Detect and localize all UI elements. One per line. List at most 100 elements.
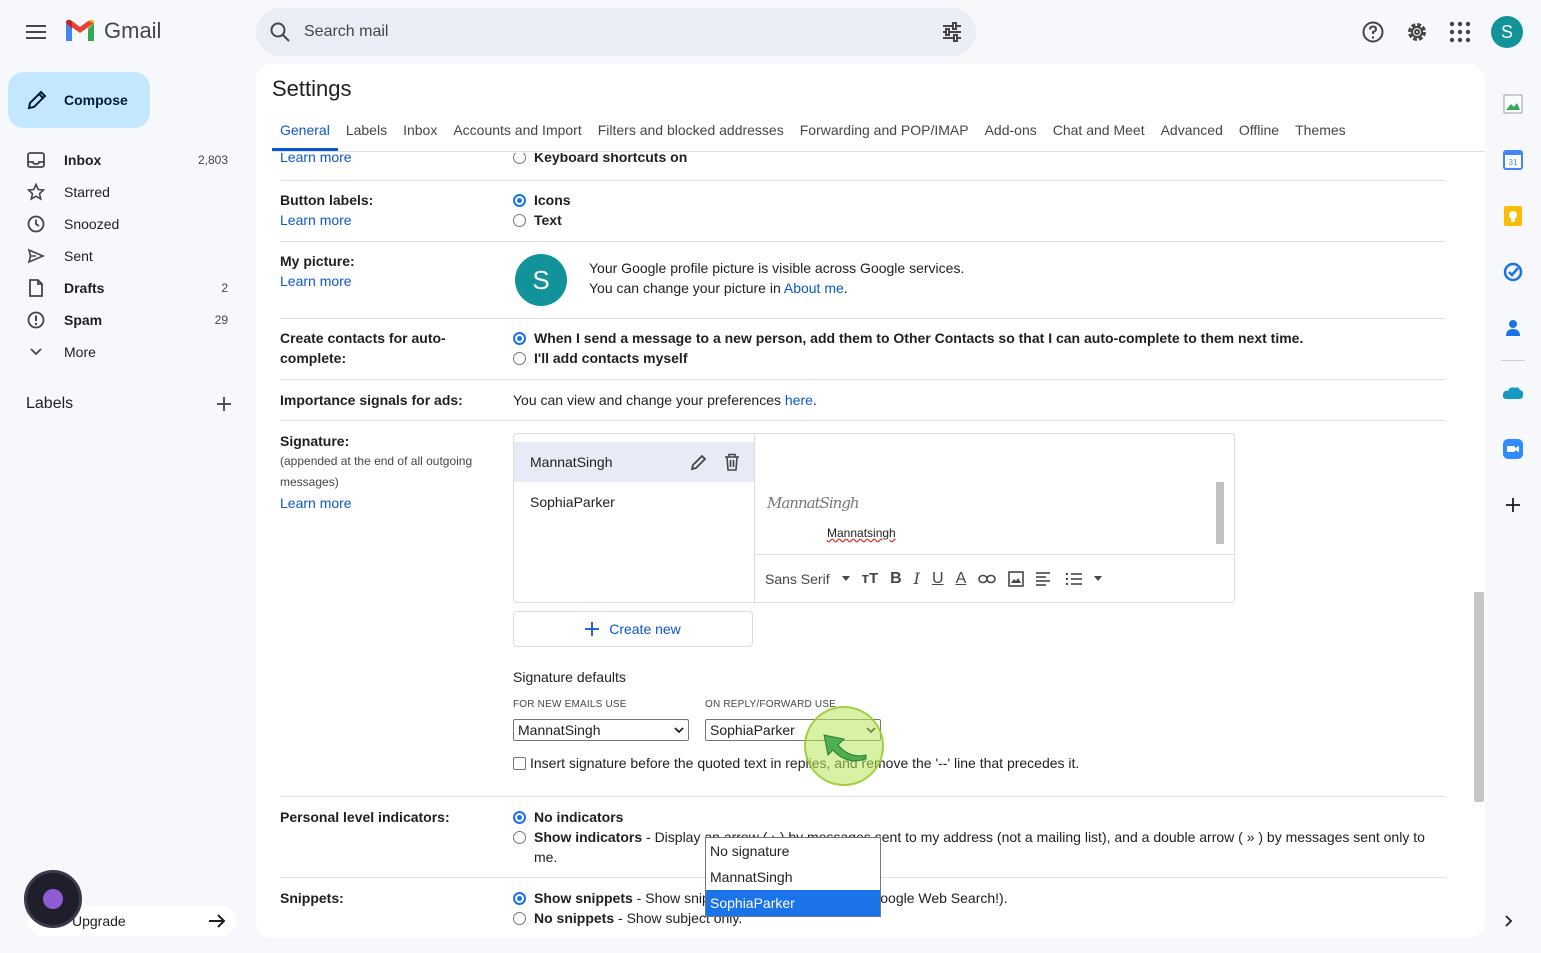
bold-icon[interactable]: B [890, 570, 902, 588]
no-indicators-label: No indicators [534, 809, 624, 825]
tab-labels[interactable]: Labels [338, 122, 395, 151]
auto-add-contacts-radio[interactable] [513, 332, 526, 345]
tasks-app[interactable] [1496, 244, 1530, 300]
learn-more-link[interactable]: Learn more [280, 495, 352, 511]
insert-signature-checkbox[interactable] [513, 756, 526, 770]
sidebar-item-starred[interactable]: Starred [0, 176, 240, 208]
font-family-select[interactable]: Sans Serif [765, 571, 830, 587]
more-formatting-icon[interactable] [1094, 575, 1103, 582]
manual-contacts-radio[interactable] [513, 352, 526, 365]
keyboard-shortcuts-on-radio[interactable] [513, 153, 526, 164]
sidebar-item-more[interactable]: More [0, 336, 240, 368]
tab-general[interactable]: General [272, 122, 338, 151]
sidebar-item-label: Sent [64, 248, 93, 264]
page-scrollbar[interactable] [1474, 592, 1484, 802]
picture-info-line1: Your Google profile picture is visible a… [589, 260, 965, 276]
tab-advanced[interactable]: Advanced [1153, 122, 1231, 151]
sidebar-item-spam[interactable]: Spam 29 [0, 304, 240, 336]
reply-forward-selected: SophiaParker [710, 722, 795, 738]
delete-trash-icon[interactable] [724, 453, 740, 471]
sidebar-nav: Inbox 2,803 Starred Snoozed Sent Drafts … [0, 144, 240, 368]
search-bar[interactable]: Search mail [256, 8, 976, 56]
sidebar-item-label: Starred [64, 184, 110, 200]
text-color-icon[interactable]: A [956, 570, 967, 588]
sidebar-item-drafts[interactable]: Drafts 2 [0, 272, 240, 304]
edit-pencil-icon[interactable] [690, 453, 708, 471]
add-label-icon[interactable] [216, 396, 232, 412]
image-placeholder-icon [1503, 94, 1523, 114]
show-snippets-radio[interactable] [513, 892, 526, 905]
get-addons-button[interactable] [1496, 477, 1530, 533]
keep-app[interactable] [1496, 188, 1530, 244]
icons-label: Icons [534, 192, 571, 208]
learn-more-link[interactable]: Learn more [280, 273, 352, 289]
tab-offline[interactable]: Offline [1231, 122, 1287, 151]
new-emails-signature-select[interactable]: MannatSingh [513, 719, 689, 741]
tab-accounts-and-import[interactable]: Accounts and Import [445, 122, 589, 151]
create-new-signature-button[interactable]: Create new [513, 611, 753, 647]
dropdown-option-mannatsingh[interactable]: MannatSingh [706, 864, 880, 890]
font-size-icon[interactable]: тT [862, 570, 879, 587]
numbered-list-icon[interactable] [1066, 572, 1083, 586]
no-snippets-radio[interactable] [513, 912, 526, 925]
main-menu-button[interactable] [20, 16, 52, 48]
signature-item-mannatsingh[interactable]: MannatSingh [514, 442, 754, 482]
tab-chat-and-meet[interactable]: Chat and Meet [1045, 122, 1153, 151]
star-icon [27, 183, 45, 201]
salesforce-addon[interactable] [1496, 365, 1530, 421]
sidebar-item-sent[interactable]: Sent [0, 240, 240, 272]
zoom-addon[interactable] [1496, 421, 1530, 477]
tab-forwarding[interactable]: Forwarding and POP/IMAP [792, 122, 977, 151]
image-icon[interactable] [1008, 570, 1025, 587]
no-indicators-radio[interactable] [513, 811, 526, 824]
addon-broken-image[interactable] [1496, 76, 1530, 132]
preferences-here-link[interactable]: here [785, 392, 813, 408]
learn-more-link[interactable]: Learn more [280, 212, 352, 228]
signature-defaults-title: Signature defaults [513, 669, 626, 685]
signature-text-area[interactable]: MannatSingh Mannatsingh [755, 434, 1234, 554]
show-indicators-radio[interactable] [513, 831, 526, 844]
dropdown-option-no-signature[interactable]: No signature [706, 838, 880, 864]
search-icon[interactable] [268, 20, 292, 44]
signature-item-sophiaparker[interactable]: SophiaParker [514, 482, 754, 522]
side-panel-rail: 31 [1496, 76, 1530, 533]
sidebar-item-inbox[interactable]: Inbox 2,803 [0, 144, 240, 176]
gmail-logo[interactable]: Gmail [64, 18, 161, 44]
help-icon[interactable] [1361, 20, 1385, 44]
contacts-app[interactable] [1496, 300, 1530, 356]
sidebar-item-snoozed[interactable]: Snoozed [0, 208, 240, 240]
calendar-app[interactable]: 31 [1496, 132, 1530, 188]
signature-name-text: Mannatsingh [827, 526, 896, 540]
tab-filters[interactable]: Filters and blocked addresses [590, 122, 792, 151]
tab-inbox[interactable]: Inbox [395, 122, 445, 151]
my-picture-row: My picture: Learn more S Your Google prof… [280, 242, 1446, 319]
search-input[interactable]: Search mail [304, 23, 940, 41]
learn-more-link[interactable]: Learn more [280, 153, 352, 165]
assistant-bubble[interactable] [24, 870, 82, 928]
compose-button[interactable]: Compose [8, 72, 150, 128]
expand-side-panel-button[interactable] [1504, 914, 1514, 928]
plus-icon [585, 622, 600, 636]
tab-themes[interactable]: Themes [1287, 122, 1354, 151]
keep-icon [1504, 206, 1522, 226]
dropdown-arrow-icon[interactable] [841, 575, 850, 582]
chevron-right-icon [1505, 915, 1513, 927]
about-me-link[interactable]: About me [784, 280, 844, 296]
profile-picture[interactable]: S [515, 254, 567, 306]
signature-scrollbar[interactable] [1216, 482, 1224, 544]
gmail-m-icon [66, 19, 94, 41]
search-options-icon[interactable] [940, 20, 964, 44]
account-avatar[interactable]: S [1491, 16, 1523, 48]
tab-add-ons[interactable]: Add-ons [977, 122, 1045, 151]
text-radio[interactable] [513, 214, 526, 227]
link-icon[interactable] [978, 574, 997, 584]
apps-grid-icon[interactable] [1449, 21, 1471, 43]
align-icon[interactable] [1036, 571, 1054, 586]
handwritten-signature: MannatSingh [767, 494, 860, 512]
dropdown-option-sophiaparker[interactable]: SophiaParker [706, 890, 880, 916]
settings-gear-icon[interactable] [1405, 20, 1429, 44]
italic-icon[interactable]: I [914, 569, 920, 588]
underline-icon[interactable]: U [932, 570, 944, 588]
icons-radio[interactable] [513, 194, 526, 207]
app-name: Gmail [104, 18, 162, 43]
